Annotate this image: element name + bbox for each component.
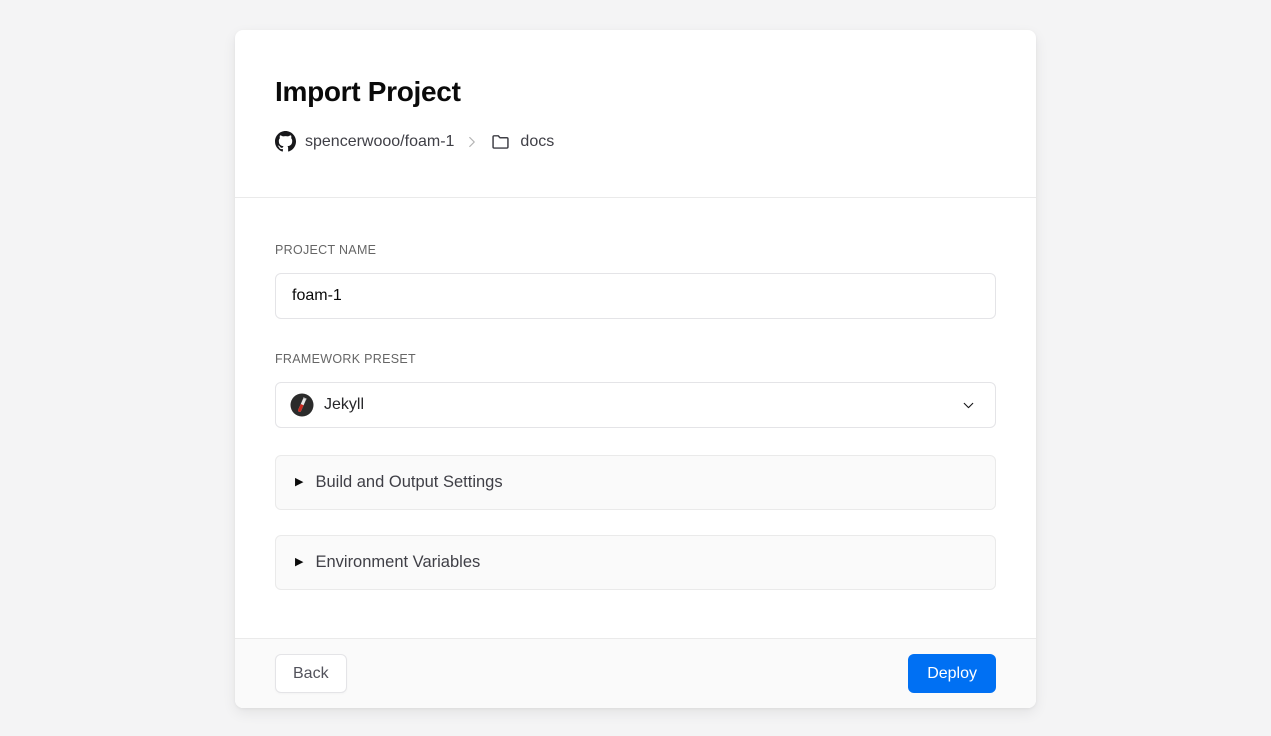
framework-preset-label: FRAMEWORK PRESET — [275, 352, 996, 366]
accordion-environment-variables[interactable]: ▶ Environment Variables — [275, 535, 996, 590]
breadcrumb: spencerwooo/foam-1 docs — [275, 131, 996, 152]
framework-preset-group: FRAMEWORK PRESET Jekyll — [275, 352, 996, 428]
back-button[interactable]: Back — [275, 654, 347, 693]
framework-preset-value: Jekyll — [324, 396, 950, 414]
framework-preset-select[interactable]: Jekyll — [275, 382, 996, 428]
project-name-group: PROJECT NAME — [275, 243, 996, 319]
project-name-input[interactable] — [275, 273, 996, 319]
page-title: Import Project — [275, 76, 996, 108]
github-icon — [275, 131, 296, 152]
chevron-right-icon — [463, 133, 481, 151]
accordion-label: Environment Variables — [315, 553, 480, 572]
deploy-button[interactable]: Deploy — [908, 654, 996, 693]
dialog-header: Import Project spencerwooo/foam-1 docs — [235, 30, 1036, 198]
expand-triangle-icon: ▶ — [295, 557, 303, 568]
breadcrumb-repo: spencerwooo/foam-1 — [305, 133, 454, 151]
accordion-label: Build and Output Settings — [315, 473, 502, 492]
folder-icon — [490, 131, 511, 152]
dialog-footer: Back Deploy — [235, 638, 1036, 708]
jekyll-logo-icon — [290, 393, 314, 417]
project-name-label: PROJECT NAME — [275, 243, 996, 257]
accordion-build-output-settings[interactable]: ▶ Build and Output Settings — [275, 455, 996, 510]
chevron-down-icon — [960, 397, 977, 414]
expand-triangle-icon: ▶ — [295, 477, 303, 488]
breadcrumb-directory: docs — [520, 133, 554, 151]
dialog-body: PROJECT NAME FRAMEWORK PRESET Jekyll — [235, 198, 1036, 638]
import-project-dialog: Import Project spencerwooo/foam-1 docs P… — [235, 30, 1036, 708]
